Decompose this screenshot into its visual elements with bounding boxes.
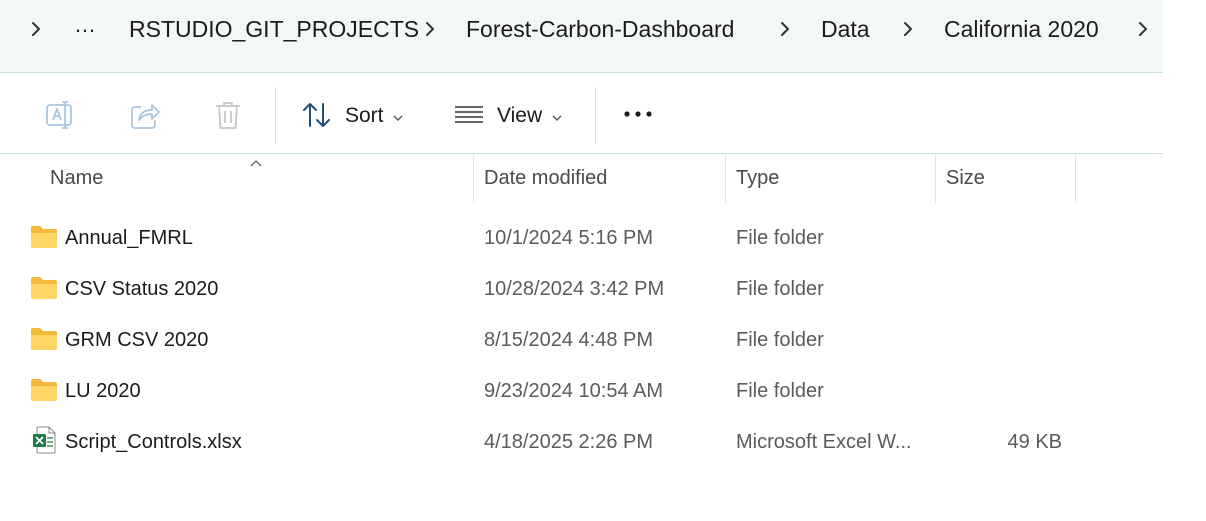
file-type: File folder [736, 227, 824, 249]
delete-icon[interactable] [211, 98, 245, 132]
sort-ascending-icon [249, 155, 263, 167]
folder-icon [30, 225, 58, 249]
command-bar: Sort View [0, 73, 1163, 154]
chevron-down-icon[interactable] [392, 110, 404, 121]
file-row[interactable]: Annual_FMRL 10/1/2024 5:16 PM File folde… [0, 213, 1163, 263]
excel-file-icon [32, 426, 60, 454]
chevron-right-icon[interactable] [24, 17, 48, 41]
file-name: Script_Controls.xlsx [65, 431, 242, 453]
chevron-right-icon[interactable] [1131, 17, 1155, 41]
sort-icon[interactable] [300, 98, 334, 132]
breadcrumb-item-forest-carbon-dashboard[interactable]: Forest-Carbon-Dashboard [466, 14, 734, 44]
chevron-right-icon[interactable] [896, 17, 920, 41]
file-date-modified: 10/1/2024 5:16 PM [484, 227, 654, 249]
toolbar-separator [275, 87, 276, 143]
rename-icon[interactable] [44, 98, 78, 132]
view-icon[interactable] [452, 98, 486, 132]
file-size: 49 KB [1007, 431, 1062, 453]
file-name: GRM CSV 2020 [65, 329, 209, 351]
breadcrumb-item-california-2020[interactable]: California 2020 [944, 14, 1099, 44]
chevron-right-icon[interactable] [773, 17, 797, 41]
column-header-date-modified[interactable]: Date modified [484, 167, 607, 190]
column-divider[interactable] [473, 155, 474, 203]
chevron-down-icon[interactable] [551, 110, 563, 121]
more-options-button[interactable] [622, 97, 656, 131]
file-name: Annual_FMRL [65, 227, 193, 249]
file-row[interactable]: CSV Status 2020 10/28/2024 3:42 PM File … [0, 264, 1163, 314]
address-bar[interactable]: … RSTUDIO_GIT_PROJECTS Forest-Carbon-Das… [0, 0, 1163, 73]
breadcrumb-overflow-button[interactable]: … [74, 12, 97, 38]
file-date-modified: 9/23/2024 10:54 AM [484, 380, 664, 402]
column-divider[interactable] [725, 155, 726, 203]
more-icon [624, 111, 652, 117]
file-date-modified: 8/15/2024 4:48 PM [484, 329, 654, 351]
file-type: File folder [736, 329, 824, 351]
file-row[interactable]: GRM CSV 2020 8/15/2024 4:48 PM File fold… [0, 315, 1163, 365]
file-row[interactable]: LU 2020 9/23/2024 10:54 AM File folder [0, 366, 1163, 416]
sort-button[interactable]: Sort [345, 103, 384, 129]
file-name: LU 2020 [65, 380, 141, 402]
breadcrumb-item-data[interactable]: Data [821, 14, 870, 44]
folder-icon [30, 378, 58, 402]
file-type: Microsoft Excel W... [736, 431, 912, 453]
column-header-size[interactable]: Size [946, 167, 985, 190]
file-name: CSV Status 2020 [65, 278, 219, 300]
file-row[interactable]: Script_Controls.xlsx 4/18/2025 2:26 PM M… [0, 417, 1163, 467]
column-divider[interactable] [1075, 155, 1076, 203]
file-date-modified: 10/28/2024 3:42 PM [484, 278, 665, 300]
column-header-name[interactable]: Name [50, 167, 103, 190]
folder-icon [30, 276, 58, 300]
share-icon[interactable] [128, 98, 162, 132]
file-type: File folder [736, 278, 824, 300]
file-type: File folder [736, 380, 824, 402]
view-button[interactable]: View [497, 103, 542, 129]
folder-icon [30, 327, 58, 351]
column-header-row: Name Date modified Type Size [0, 155, 1163, 203]
column-header-type[interactable]: Type [736, 167, 779, 190]
file-date-modified: 4/18/2025 2:26 PM [484, 431, 654, 453]
chevron-right-icon[interactable] [418, 17, 442, 41]
column-divider[interactable] [935, 155, 936, 203]
toolbar-separator [595, 87, 596, 143]
breadcrumb-item-rstudio[interactable]: RSTUDIO_GIT_PROJECTS [129, 14, 419, 44]
